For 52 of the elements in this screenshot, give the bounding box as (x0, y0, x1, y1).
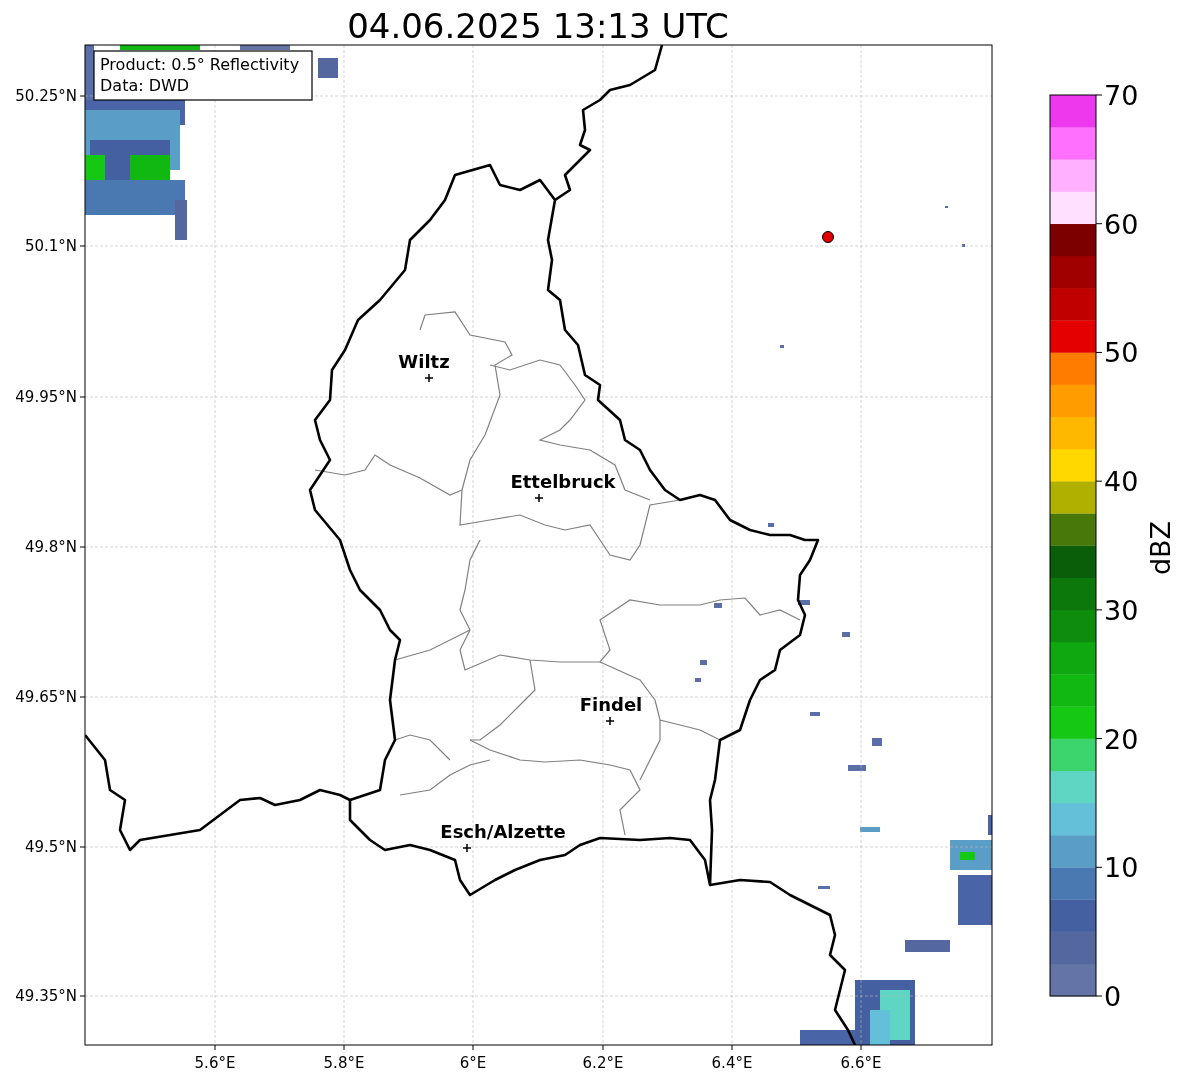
radar-echo (860, 827, 880, 832)
radar-echo (700, 660, 707, 665)
radar-echo (318, 58, 338, 78)
scale-value: 50 (1104, 337, 1139, 369)
longitude-label: 5.6°E (194, 1054, 236, 1072)
radar-echo (872, 738, 882, 746)
latitude-label: 49.5°N (24, 838, 77, 856)
radar-echo (818, 886, 830, 889)
plot-title: 04.06.2025 13:13 UTC (347, 6, 729, 46)
city-marker (462, 843, 472, 853)
radar-echo (768, 523, 774, 527)
radar-echo (810, 712, 820, 716)
radar-echo (958, 875, 992, 925)
latitude-label: 49.8°N (24, 538, 77, 556)
scale-value: 0 (1104, 981, 1122, 1012)
radar-site-marker (822, 231, 834, 243)
latitude-label: 49.65°N (15, 688, 77, 706)
scale-value: 70 (1104, 80, 1139, 111)
radar-echo (780, 345, 784, 348)
latitude-label: 50.25°N (15, 87, 77, 105)
radar-echo (988, 815, 992, 835)
city-label: Ettelbruck (510, 471, 616, 492)
radar-echo (240, 45, 290, 50)
radar-echo (962, 244, 965, 247)
latitude-label: 49.95°N (15, 388, 77, 406)
city-marker (534, 493, 544, 503)
scale-value: 10 (1104, 852, 1139, 884)
radar-echo (842, 632, 850, 637)
city-label: Wiltz (398, 351, 450, 372)
longitude-label: 6.6°E (840, 1054, 882, 1072)
scale-unit: dBZ (1145, 520, 1176, 576)
info-text: Product: 0.5° Reflectivity (100, 55, 300, 74)
radar-echo (798, 600, 810, 605)
city-label: Findel (579, 694, 643, 715)
radar-echo (905, 940, 950, 952)
longitude-label: 6.2°E (582, 1054, 624, 1072)
scale-value: 30 (1104, 594, 1139, 626)
radar-echo (714, 603, 722, 608)
scale-value: 60 (1104, 208, 1139, 240)
latitude-label: 49.35°N (15, 987, 77, 1005)
city-label: Esch/Alzette (440, 821, 566, 842)
longitude-label: 6°E (459, 1054, 487, 1072)
city-marker (424, 373, 434, 383)
scale-value: 40 (1104, 466, 1139, 498)
longitude-label: 5.8°E (323, 1054, 365, 1072)
info-text: Data: DWD (100, 76, 190, 95)
scale-value: 20 (1104, 723, 1139, 755)
city-marker (605, 716, 615, 726)
longitude-label: 6.4°E (711, 1054, 753, 1072)
latitude-label: 50.1°N (24, 237, 77, 255)
radar-echo (695, 678, 701, 682)
radar-echo (848, 765, 866, 771)
